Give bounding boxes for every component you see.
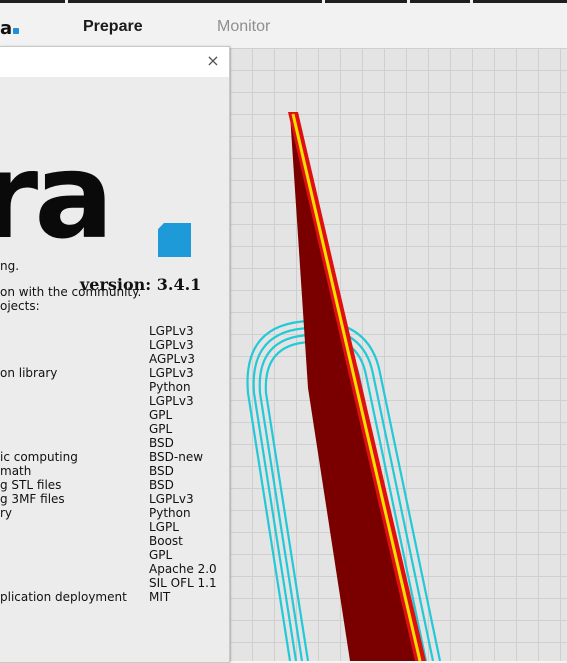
library-desc: ry	[0, 506, 13, 520]
library-license: BSD	[149, 436, 174, 450]
library-license: Apache 2.0	[149, 562, 217, 576]
library-desc: g STL files	[0, 478, 62, 492]
cura-logo-square-icon	[158, 223, 191, 257]
dialog-titlebar: ×	[0, 47, 229, 77]
library-license: GPL	[149, 408, 173, 422]
library-desc: math	[0, 464, 32, 478]
library-license: GPL	[149, 548, 173, 562]
library-license: SIL OFL 1.1	[149, 576, 217, 590]
tab-prepare[interactable]: Prepare	[83, 18, 143, 36]
projects-heading: ojects:	[0, 299, 40, 313]
library-desc: plication deployment	[0, 590, 127, 604]
library-license: BSD-new	[149, 450, 204, 464]
close-icon[interactable]: ×	[203, 51, 223, 71]
library-desc: ic computing	[0, 450, 78, 464]
library-license: BSD	[149, 478, 174, 492]
app-logo: a	[0, 18, 20, 39]
library-desc: g 3MF files	[0, 492, 65, 506]
app-logo-dot-icon	[13, 28, 20, 34]
library-license: LGPLv3	[149, 338, 194, 352]
3d-viewport[interactable]	[230, 48, 567, 661]
library-license: Python	[149, 380, 191, 394]
library-license: LGPLv3	[149, 492, 194, 506]
window-top-strip	[0, 0, 567, 3]
intro-text: ng.	[0, 259, 20, 273]
stage-header: a Prepare Monitor	[0, 0, 567, 49]
tab-monitor[interactable]: Monitor	[217, 18, 270, 36]
library-license: BSD	[149, 464, 174, 478]
library-license: MIT	[149, 590, 171, 604]
community-text: on with the community.	[0, 285, 142, 299]
library-license: LGPLv3	[149, 366, 194, 380]
about-dialog: × ra version: 3.4.1 ng. on with the comm…	[0, 46, 230, 663]
cura-logo-text: ra	[0, 127, 114, 265]
app-logo-text: a	[0, 18, 12, 39]
library-license: Python	[149, 506, 191, 520]
library-license: LGPLv3	[149, 324, 194, 338]
library-license: Boost	[149, 534, 183, 548]
viewport-scene	[246, 112, 442, 661]
library-license: GPL	[149, 422, 173, 436]
library-license: LGPLv3	[149, 394, 194, 408]
library-license: LGPL	[149, 520, 179, 534]
library-license: AGPLv3	[149, 352, 195, 366]
library-desc: on library	[0, 366, 58, 380]
